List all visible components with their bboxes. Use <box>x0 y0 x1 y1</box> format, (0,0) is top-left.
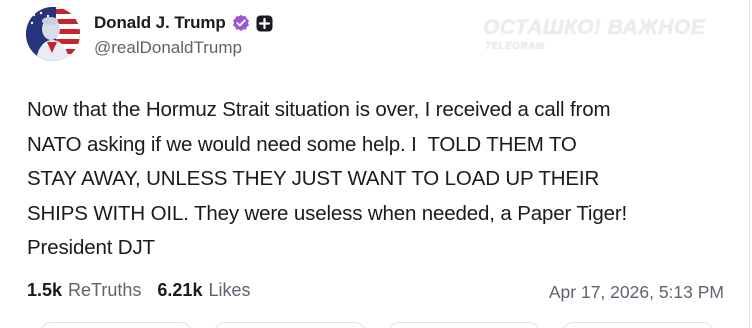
watermark-subtitle: TELEGRAM <box>485 41 545 52</box>
plus-badge-icon <box>256 15 273 32</box>
display-name[interactable]: Donald J. Trump <box>94 13 226 33</box>
display-name-row: Donald J. Trump <box>94 11 273 35</box>
likes-label[interactable]: Likes <box>208 280 250 301</box>
post-body-text: Now that the Hormuz Strait situation is … <box>27 98 628 259</box>
avatar[interactable] <box>26 7 80 61</box>
verified-badge-icon <box>232 14 250 32</box>
retruth-button[interactable] <box>214 322 366 328</box>
post-timestamp[interactable]: Apr 17, 2026, 5:13 PM <box>549 282 724 303</box>
avatar-image <box>26 7 80 61</box>
likes-count[interactable]: 6.21k <box>157 280 202 301</box>
share-button[interactable] <box>562 322 714 328</box>
engagement-stats: 1.5k ReTruths 6.21k Likes <box>27 280 260 301</box>
user-handle[interactable]: @realDonaldTrump <box>94 38 242 58</box>
channel-watermark: ОСТАШКО! ВАЖНОЕ TELEGRAM <box>473 14 717 60</box>
watermark-title: ОСТАШКО! ВАЖНОЕ <box>483 16 706 39</box>
like-button[interactable] <box>388 322 540 328</box>
retruths-label[interactable]: ReTruths <box>68 280 141 301</box>
truth-post: Donald J. Trump @realDonaldTrump ОСТАШКО… <box>0 0 752 328</box>
right-divider <box>749 0 750 328</box>
retruths-count[interactable]: 1.5k <box>27 280 62 301</box>
reply-button[interactable] <box>40 322 192 328</box>
